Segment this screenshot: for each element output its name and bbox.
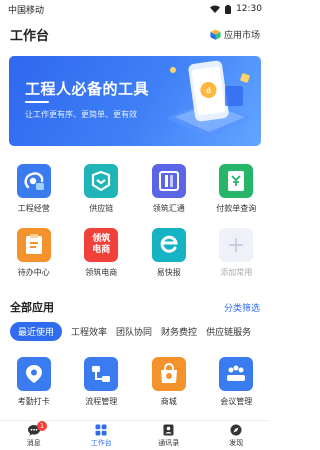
wifi-icon bbox=[210, 5, 221, 13]
banner-title: 工程人必备的工具 bbox=[25, 80, 150, 98]
section-title: 全部应用 bbox=[10, 301, 54, 314]
app-project-management[interactable]: 工程经营 bbox=[0, 164, 68, 214]
app-label: 付款单查询 bbox=[216, 204, 257, 213]
app-ekuaibao[interactable]: 易快报 bbox=[135, 228, 203, 278]
supply-chain-icon bbox=[92, 171, 111, 191]
todo-icon bbox=[25, 234, 42, 254]
discover-icon bbox=[230, 424, 242, 435]
tile bbox=[219, 228, 254, 262]
tile bbox=[84, 164, 119, 198]
tab-label: 消息 bbox=[26, 438, 41, 447]
tile bbox=[151, 357, 186, 391]
app-supply-chain[interactable]: 供应链 bbox=[68, 164, 136, 214]
tile bbox=[151, 164, 186, 198]
app-market-button[interactable]: 应用市场 bbox=[210, 28, 260, 41]
app-label: 领筑电商 bbox=[85, 268, 118, 277]
tile bbox=[84, 357, 119, 391]
mall-icon bbox=[160, 363, 177, 383]
tab-finance-expense[interactable]: 财务费控 bbox=[161, 325, 197, 338]
banner-subtitle: 让工作更有序、更简单、更有效 bbox=[25, 110, 137, 119]
banner-underline bbox=[25, 101, 49, 103]
tile bbox=[219, 164, 254, 198]
app-mall[interactable]: 商城 bbox=[135, 357, 203, 407]
attendance-icon bbox=[25, 365, 42, 383]
tile bbox=[16, 228, 51, 262]
contacts-icon bbox=[163, 424, 174, 435]
app-lingzhu-huitong[interactable]: 领筑汇通 bbox=[135, 164, 203, 214]
bottom-tab-bar: 1 消息 工作台 通讯录 发现 bbox=[0, 420, 270, 450]
app-label: 添加常用 bbox=[220, 268, 253, 277]
app-label: 会议管理 bbox=[220, 397, 253, 406]
app-label: 流程管理 bbox=[85, 397, 118, 406]
tab-team-collaboration[interactable]: 团队协同 bbox=[116, 325, 152, 338]
app-meeting-management[interactable]: 会议管理 bbox=[203, 357, 271, 407]
ecommerce-icon: 领筑 电商 bbox=[84, 228, 119, 262]
clock: 12:30 bbox=[236, 4, 262, 14]
app-label: 商城 bbox=[160, 397, 177, 406]
app-lingzhu-ecommerce[interactable]: 领筑 电商 领筑电商 bbox=[68, 228, 136, 278]
tab-supply-chain-service[interactable]: 供应链服务 bbox=[206, 325, 251, 338]
app-market-label: 应用市场 bbox=[223, 30, 260, 41]
cube-icon bbox=[210, 28, 221, 40]
app-label: 待办中心 bbox=[17, 268, 50, 277]
payment-query-icon bbox=[228, 171, 245, 191]
common-apps-row-1: 工程经营 供应链 领筑汇通 付款单查询 bbox=[0, 164, 270, 214]
category-tabs: 最近使用 工程效率 团队协同 财务费控 供应链服务 bbox=[10, 321, 270, 341]
app-label: 易快报 bbox=[156, 268, 181, 277]
battery-icon bbox=[225, 4, 232, 14]
tab-label: 通讯录 bbox=[158, 438, 180, 447]
tab-workbench[interactable]: 工作台 bbox=[68, 421, 136, 450]
app-label: 领筑汇通 bbox=[152, 204, 185, 213]
tab-engineering-efficiency[interactable]: 工程效率 bbox=[71, 325, 107, 338]
common-apps-row-2: 待办中心 领筑 电商 领筑电商 易快报 添加常用 bbox=[0, 228, 270, 278]
tab-messages[interactable]: 1 消息 bbox=[0, 421, 68, 450]
tile bbox=[151, 228, 186, 262]
carrier-label: 中国移动 bbox=[8, 5, 45, 16]
app-payment-query[interactable]: 付款单查询 bbox=[203, 164, 271, 214]
meeting-icon bbox=[227, 365, 246, 381]
tab-discover[interactable]: 发现 bbox=[203, 421, 271, 450]
app-todo-center[interactable]: 待办中心 bbox=[0, 228, 68, 278]
app-process-management[interactable]: 流程管理 bbox=[68, 357, 136, 407]
all-apps-row: 考勤打卡 流程管理 商城 会议管理 bbox=[0, 357, 270, 407]
app-label: 供应链 bbox=[89, 204, 114, 213]
promo-banner[interactable]: 工程人必备的工具 让工作更有序、更简单、更有效 d bbox=[9, 56, 261, 146]
tile-text-line-1: 领筑 bbox=[92, 234, 111, 244]
all-apps-header: 全部应用 分类筛选 bbox=[0, 298, 270, 316]
app-label: 考勤打卡 bbox=[17, 397, 50, 406]
page-title: 工作台 bbox=[10, 28, 50, 44]
unread-badge: 1 bbox=[37, 421, 47, 431]
project-icon bbox=[24, 172, 44, 190]
tab-label: 工作台 bbox=[90, 438, 112, 447]
tab-label: 发现 bbox=[229, 438, 244, 447]
add-icon bbox=[229, 238, 244, 252]
add-common-app-button[interactable]: 添加常用 bbox=[203, 228, 271, 278]
tab-recent[interactable]: 最近使用 bbox=[10, 321, 63, 341]
app-label: 工程经营 bbox=[17, 204, 50, 213]
lingzhu-icon bbox=[158, 171, 179, 191]
category-filter-link[interactable]: 分类筛选 bbox=[224, 301, 260, 314]
tile bbox=[16, 357, 51, 391]
tab-contacts[interactable]: 通讯录 bbox=[135, 421, 203, 450]
process-icon bbox=[92, 366, 111, 382]
tile-text-line-2: 电商 bbox=[92, 245, 111, 255]
workbench-icon bbox=[95, 424, 107, 435]
tile bbox=[219, 357, 254, 391]
tile bbox=[16, 164, 51, 198]
phone-illustration-icon: d bbox=[167, 60, 253, 138]
ekuaibao-icon bbox=[160, 235, 178, 253]
app-attendance[interactable]: 考勤打卡 bbox=[0, 357, 68, 407]
header: 工作台 应用市场 bbox=[0, 22, 270, 46]
status-bar: 中国移动 12:30 bbox=[0, 0, 270, 18]
